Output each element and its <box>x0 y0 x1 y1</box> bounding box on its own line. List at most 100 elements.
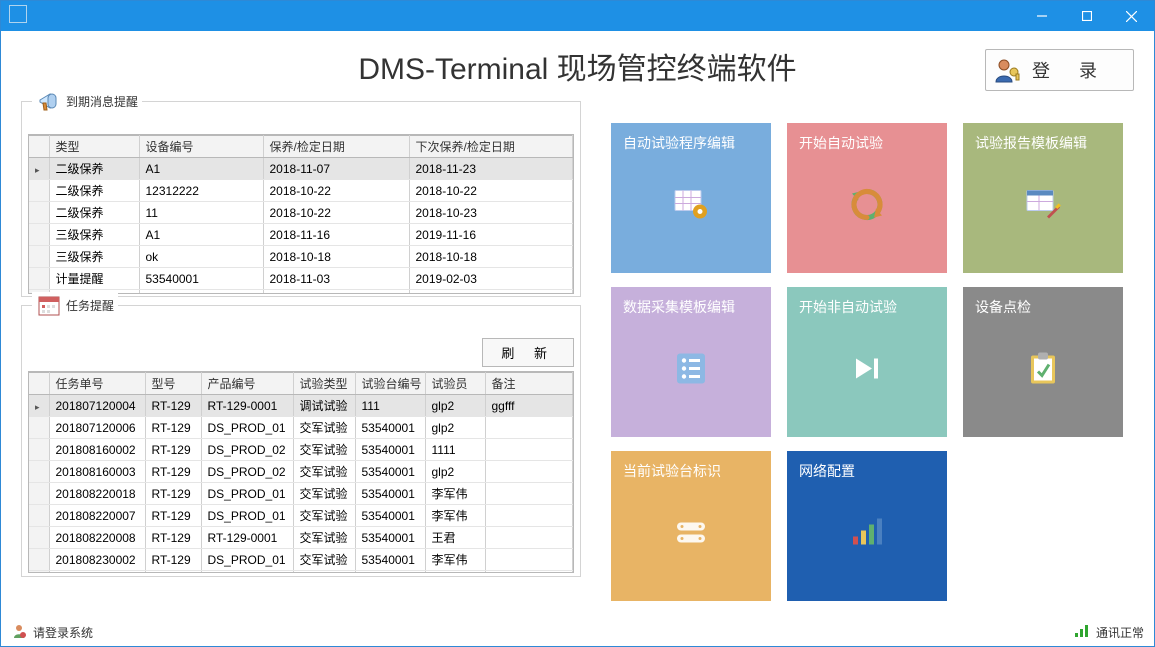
row-header[interactable] <box>29 224 49 246</box>
table-cell[interactable]: 2018-10-22 <box>263 202 409 224</box>
table-cell[interactable] <box>485 527 573 549</box>
table-cell[interactable]: 二级保养 <box>49 180 139 202</box>
table-cell[interactable]: 交军试验 <box>293 527 355 549</box>
table-cell[interactable]: DS_PROD_01 <box>201 483 293 505</box>
table-header[interactable]: 设备编号 <box>139 136 263 158</box>
row-header[interactable] <box>29 158 49 180</box>
table-cell[interactable]: 2018-11-03 <box>263 268 409 290</box>
table-row[interactable]: 二级保养123122222018-10-222018-10-22 <box>29 180 573 202</box>
table-cell[interactable]: 53540001 <box>355 527 425 549</box>
table-cell[interactable]: A1 <box>139 158 263 180</box>
table-cell[interactable]: 交军试验 <box>293 439 355 461</box>
tile-report-template-edit[interactable]: 试验报告模板编辑 <box>963 123 1123 273</box>
table-cell[interactable] <box>485 549 573 571</box>
table-cell[interactable]: 2018-10-18 <box>409 246 573 268</box>
table-cell[interactable]: 53540001 <box>355 461 425 483</box>
table-row[interactable]: 201808230002RT-129DS_PROD_01交军试验53540001… <box>29 549 573 571</box>
table-cell[interactable] <box>485 483 573 505</box>
tile-start-nonauto-test[interactable]: 开始非自动试验 <box>787 287 947 437</box>
table-cell[interactable]: 53540001 <box>355 571 425 574</box>
tasks-table[interactable]: 任务单号型号产品编号试验类型试验台编号试验员备注 201807120004RT-… <box>29 372 573 573</box>
table-cell[interactable]: ggfff <box>485 395 573 417</box>
table-header[interactable]: 试验台编号 <box>355 373 425 395</box>
table-cell[interactable]: 2018-10-23 <box>409 202 573 224</box>
table-cell[interactable] <box>485 571 573 574</box>
table-cell[interactable]: 二级保养 <box>49 202 139 224</box>
table-cell[interactable]: 53540001 <box>355 505 425 527</box>
row-header[interactable] <box>29 417 49 439</box>
table-cell[interactable]: 201808220018 <box>49 483 145 505</box>
table-cell[interactable]: 53540001 <box>355 549 425 571</box>
table-cell[interactable]: RT-129 <box>145 505 201 527</box>
row-header[interactable] <box>29 461 49 483</box>
tile-start-auto-test[interactable]: 开始自动试验 <box>787 123 947 273</box>
table-cell[interactable]: RT-129-0001 <box>201 527 293 549</box>
tile-auto-test-program-edit[interactable]: 自动试验程序编辑 <box>611 123 771 273</box>
table-cell[interactable]: 2018-10-18 <box>263 246 409 268</box>
table-cell[interactable]: 53540001 <box>355 439 425 461</box>
table-cell[interactable] <box>485 461 573 483</box>
table-header[interactable]: 类型 <box>49 136 139 158</box>
table-cell[interactable]: 三级保养 <box>49 224 139 246</box>
table-cell[interactable]: RT-129 <box>145 461 201 483</box>
table-cell[interactable]: 2018-11-16 <box>263 224 409 246</box>
table-cell[interactable]: 三级保养 <box>49 246 139 268</box>
table-header[interactable]: 任务单号 <box>49 373 145 395</box>
table-cell[interactable]: 201809060011 <box>49 571 145 574</box>
table-cell[interactable]: 2018-10-22 <box>263 180 409 202</box>
table-row[interactable]: 201808160003RT-129DS_PROD_02交军试验53540001… <box>29 461 573 483</box>
table-cell[interactable]: 王君 <box>425 527 485 549</box>
table-cell[interactable]: 2018-11-07 <box>263 158 409 180</box>
tile-data-collect-template-edit[interactable]: 数据采集模板编辑 <box>611 287 771 437</box>
table-cell[interactable]: RT-129-0001 <box>201 395 293 417</box>
login-button[interactable]: 登 录 <box>985 49 1134 91</box>
table-cell[interactable]: 2019-02-03 <box>409 268 573 290</box>
table-cell[interactable]: 交军试验 <box>293 417 355 439</box>
table-cell[interactable]: 调试试验 <box>293 395 355 417</box>
table-cell[interactable]: 53540001 <box>139 268 263 290</box>
refresh-button[interactable]: 刷 新 <box>482 338 574 367</box>
table-cell[interactable]: 201808160002 <box>49 439 145 461</box>
table-cell[interactable] <box>485 505 573 527</box>
table-cell[interactable]: RT-129 <box>145 439 201 461</box>
table-cell[interactable]: 李军伟 <box>425 571 485 574</box>
table-row[interactable]: 201808220008RT-129RT-129-0001交军试验5354000… <box>29 527 573 549</box>
table-cell[interactable]: 2019-11-16 <box>409 224 573 246</box>
table-cell[interactable]: RT-129 <box>145 571 201 574</box>
table-cell[interactable]: RT-129 <box>145 527 201 549</box>
row-header[interactable] <box>29 268 49 290</box>
table-row[interactable]: 计量提醒535400012018-11-032019-02-03 <box>29 268 573 290</box>
table-header[interactable]: 试验类型 <box>293 373 355 395</box>
table-row[interactable]: 201808220007RT-129DS_PROD_01交军试验53540001… <box>29 505 573 527</box>
table-row[interactable]: 201809060011RT-1291000运转试验53540001李军伟 <box>29 571 573 574</box>
table-cell[interactable]: 1000 <box>201 571 293 574</box>
table-row[interactable]: 三级保养A12018-11-162019-11-16 <box>29 224 573 246</box>
table-cell[interactable]: 201808230002 <box>49 549 145 571</box>
table-cell[interactable] <box>485 417 573 439</box>
table-cell[interactable]: RT-129 <box>145 483 201 505</box>
table-cell[interactable] <box>485 439 573 461</box>
row-header[interactable] <box>29 505 49 527</box>
table-cell[interactable]: 李军伟 <box>425 483 485 505</box>
table-cell[interactable]: DS_PROD_02 <box>201 461 293 483</box>
row-header[interactable] <box>29 246 49 268</box>
table-cell[interactable]: 12312222 <box>139 180 263 202</box>
row-header[interactable] <box>29 483 49 505</box>
table-row[interactable]: 201808220018RT-129DS_PROD_01交军试验53540001… <box>29 483 573 505</box>
table-header[interactable]: 备注 <box>485 373 573 395</box>
table-cell[interactable]: 111 <box>355 395 425 417</box>
table-cell[interactable]: glp2 <box>425 461 485 483</box>
row-header[interactable] <box>29 202 49 224</box>
table-row[interactable]: 201808160002RT-129DS_PROD_02交军试验53540001… <box>29 439 573 461</box>
table-cell[interactable]: 运转试验 <box>293 571 355 574</box>
table-cell[interactable]: 2018-10-22 <box>409 180 573 202</box>
window-maximize-button[interactable] <box>1064 1 1109 31</box>
table-cell[interactable]: 李军伟 <box>425 549 485 571</box>
table-row[interactable]: 201807120004RT-129RT-129-0001调试试验111glp2… <box>29 395 573 417</box>
table-header[interactable]: 产品编号 <box>201 373 293 395</box>
window-close-button[interactable] <box>1109 1 1154 31</box>
table-row[interactable]: 201807120006RT-129DS_PROD_01交军试验53540001… <box>29 417 573 439</box>
table-cell[interactable]: A1 <box>139 224 263 246</box>
table-cell[interactable]: ok <box>139 246 263 268</box>
table-header[interactable]: 保养/检定日期 <box>263 136 409 158</box>
